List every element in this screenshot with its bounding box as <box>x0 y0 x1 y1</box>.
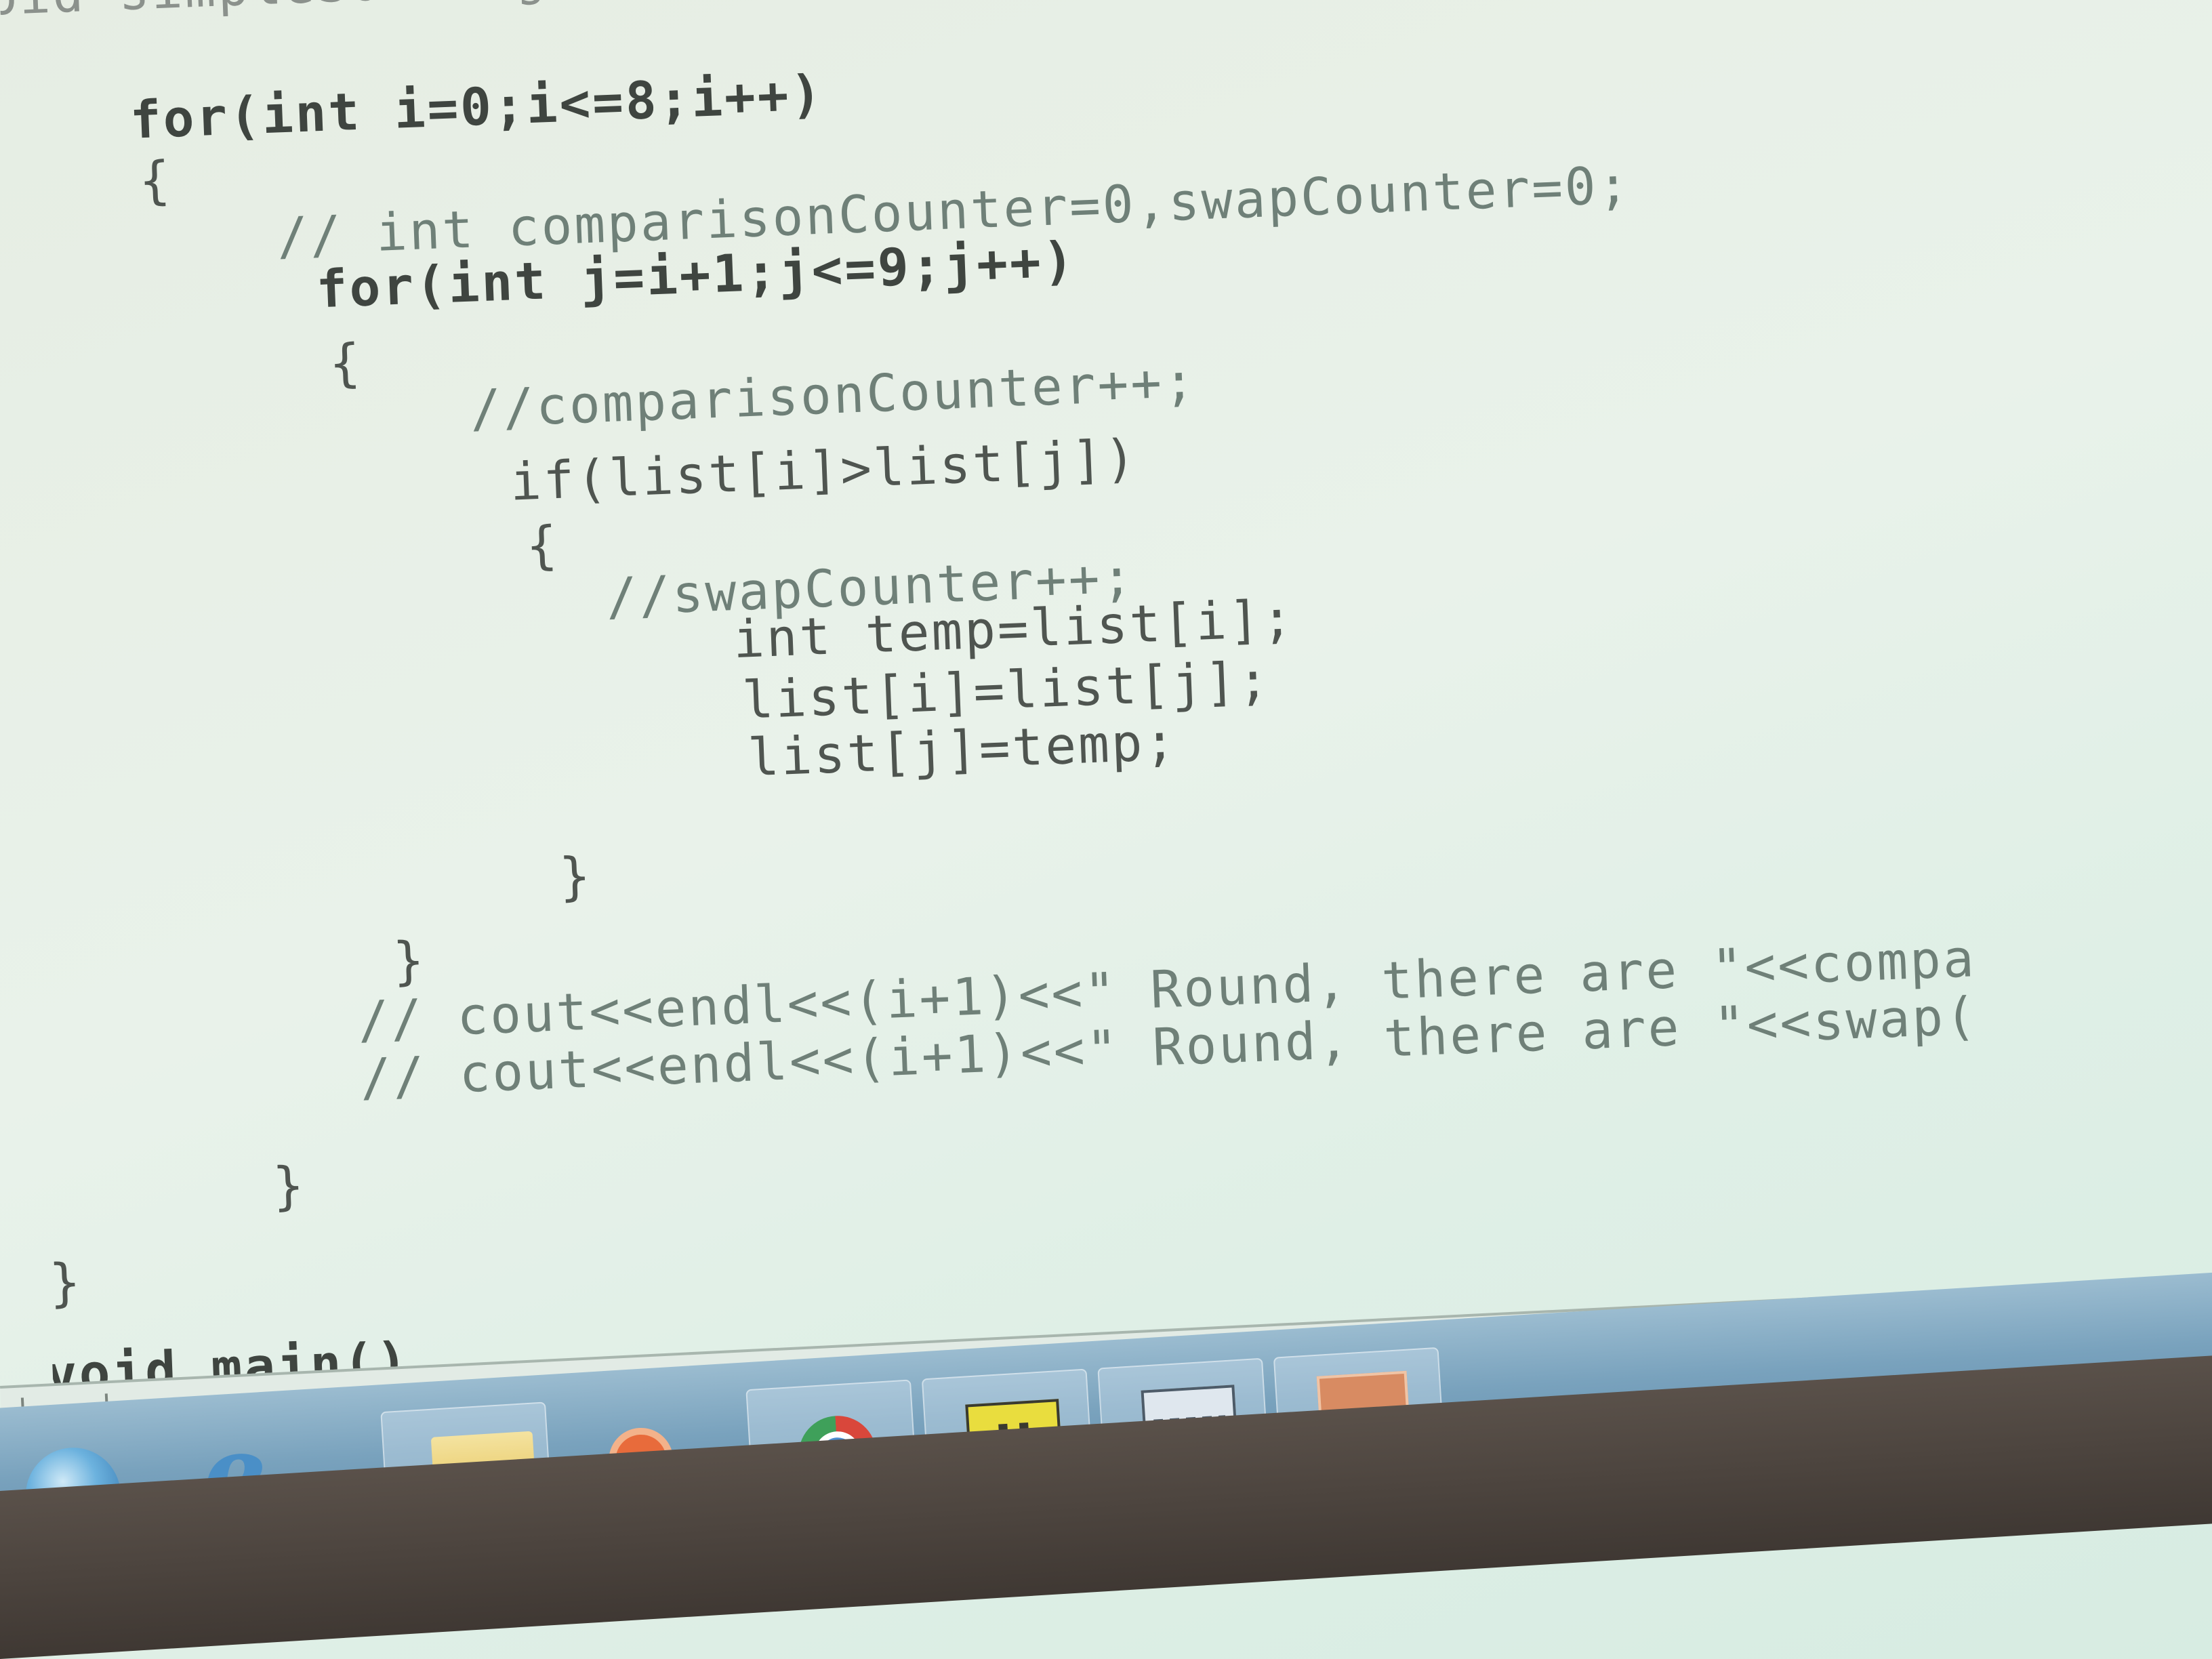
code-editor[interactable]: oid simpleSorting(int list[]) for(int i=… <box>0 0 2212 1388</box>
code-line: } <box>271 1155 307 1216</box>
code-line: { <box>328 331 364 394</box>
code-line: } <box>392 929 428 991</box>
code-line: oid simpleSorting(int list[]) <box>0 0 945 28</box>
screen: oid simpleSorting(int list[]) for(int i=… <box>0 0 2212 1659</box>
code-line: } <box>48 1251 84 1313</box>
code-line: } <box>558 845 594 907</box>
code-line: if(list[i]>list[j]) <box>509 428 1139 512</box>
code-line: //comparisonCounter++; <box>468 350 1198 439</box>
code-line: { <box>525 514 560 576</box>
code-line: { <box>138 149 173 211</box>
code-line: for(int i=0;i<=8;i++) <box>129 63 825 150</box>
